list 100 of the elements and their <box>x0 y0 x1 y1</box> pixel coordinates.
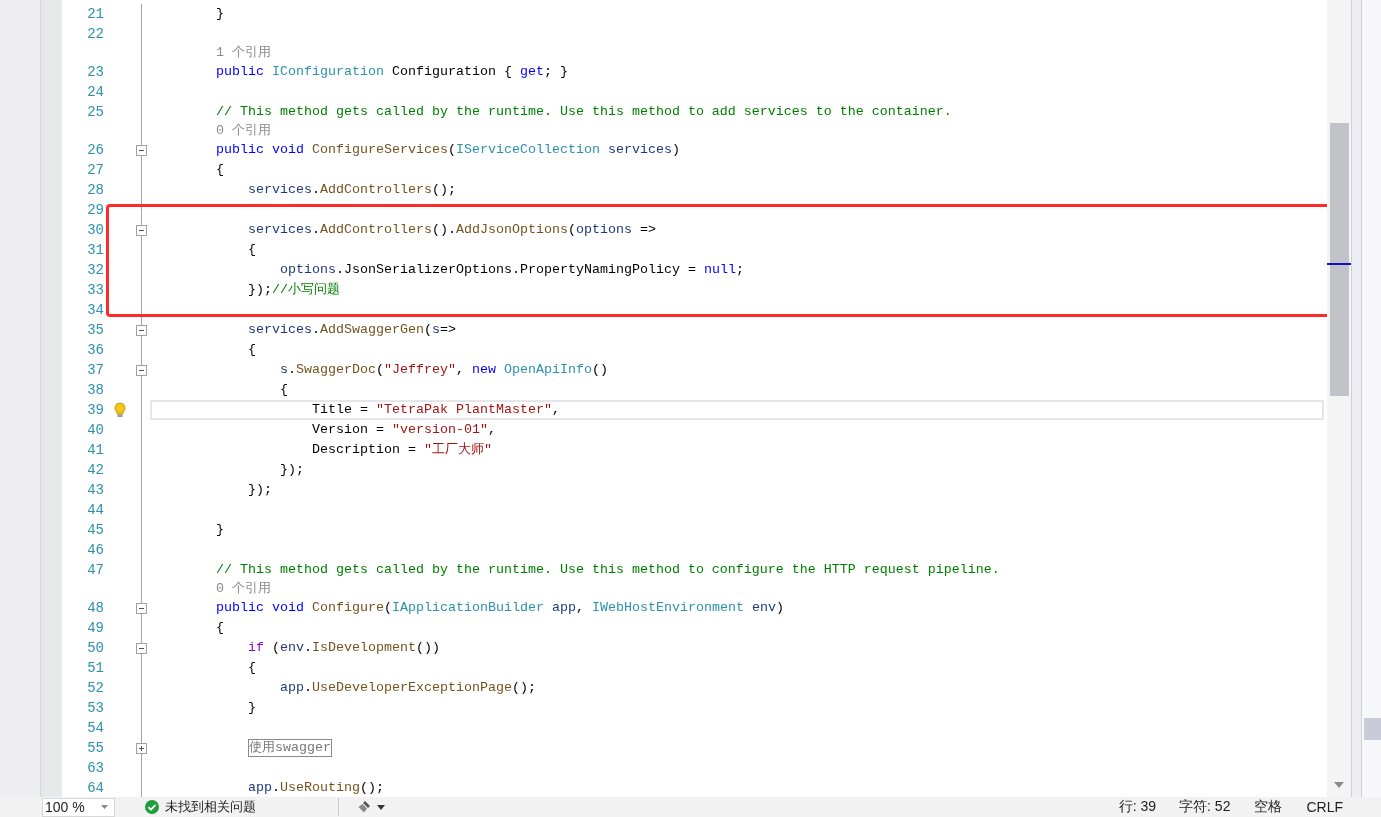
keyword: null <box>703 261 736 279</box>
line-number: 54 <box>87 720 104 736</box>
code-text: . <box>311 181 320 199</box>
code-text: (); <box>511 679 536 697</box>
column-indicator[interactable]: 字符: 52 <box>1179 798 1231 816</box>
method-name: AddSwaggerGen <box>319 321 424 339</box>
zoom-dropdown[interactable]: 100 % <box>42 797 115 817</box>
type-name: IWebHostEnvironment <box>591 599 744 617</box>
code-text: ; <box>735 261 744 279</box>
scrollbar-thumb[interactable] <box>1330 123 1349 396</box>
line-number: 64 <box>87 780 104 796</box>
code-comment: // This method gets called by the runtime. Use this method to add services to the container. <box>215 103 952 121</box>
code-text: Configuration { <box>390 63 513 81</box>
reference-count[interactable]: 1 个引用 <box>152 44 271 62</box>
line-number: 35 <box>87 322 104 338</box>
line-number: 50 <box>87 640 104 656</box>
lightbulb-icon[interactable] <box>113 402 126 418</box>
line-number: 23 <box>87 64 104 80</box>
indentation-indicator[interactable]: 空格 <box>1254 798 1283 816</box>
scrollbar-thumb[interactable] <box>1364 718 1381 740</box>
line-number: 28 <box>87 182 104 198</box>
fold-toggle[interactable] <box>136 743 147 754</box>
identifier: options <box>278 261 336 279</box>
code-text: (); <box>431 181 456 199</box>
code-text: , <box>487 421 496 439</box>
code-text: { <box>246 241 256 259</box>
line-number: 40 <box>87 422 104 438</box>
line-number: 34 <box>87 302 104 318</box>
fold-toggle[interactable] <box>136 643 147 654</box>
code-text: => <box>638 221 656 239</box>
identifier: options <box>575 221 632 239</box>
reference-count[interactable]: 0 个引用 <box>152 580 271 598</box>
keyword: public void <box>215 599 305 617</box>
code-text: ; } <box>543 63 568 81</box>
method-name: AddControllers <box>319 221 432 239</box>
line-number: 32 <box>87 262 104 278</box>
line-ending-indicator[interactable]: CRLF <box>1306 799 1343 815</box>
method-name: UseDeveloperExceptionPage <box>311 679 512 697</box>
code-text: Description = <box>310 441 417 459</box>
method-name: SwaggerDoc <box>296 361 376 379</box>
code-text: } <box>215 521 224 539</box>
code-text: ( <box>375 361 384 379</box>
line-number: 39 <box>87 402 104 418</box>
vertical-scrollbar[interactable] <box>1327 0 1351 797</box>
identifier: app <box>246 779 272 797</box>
fold-toggle[interactable] <box>136 325 147 336</box>
identifier: env <box>280 639 304 657</box>
check-icon[interactable] <box>145 800 159 814</box>
code-text: Title = <box>310 401 369 419</box>
line-number: 63 <box>87 760 104 776</box>
line-number: 45 <box>87 522 104 538</box>
issues-status[interactable]: 未找到相关问题 <box>165 798 256 816</box>
code-text: () <box>591 361 608 379</box>
line-number: 31 <box>87 242 104 258</box>
fold-toggle[interactable] <box>136 365 147 376</box>
code-text: => <box>439 321 456 339</box>
code-comment: // This method gets called by the runtime. Use this method to configure the HTTP request pipeline. <box>215 561 1000 579</box>
code-text: ( <box>567 221 576 239</box>
line-number: 42 <box>87 462 104 478</box>
code-text: . <box>311 321 320 339</box>
line-number: 53 <box>87 700 104 716</box>
code-text: { <box>246 341 256 359</box>
code-text: { <box>215 619 224 637</box>
brush-icon[interactable] <box>357 800 371 814</box>
caret-icon[interactable] <box>377 804 385 810</box>
code-text: . <box>288 361 296 379</box>
code-text: , <box>551 401 560 419</box>
line-number: 33 <box>87 282 104 298</box>
code-text: ()) <box>415 639 440 657</box>
keyword: if <box>246 639 264 657</box>
string-literal: "version-01" <box>391 421 488 439</box>
code-text: ( <box>447 141 456 159</box>
code-text: , <box>575 599 585 617</box>
line-indicator[interactable]: 行: 39 <box>1118 798 1157 816</box>
line-number: 55 <box>87 740 104 756</box>
code-text: , <box>455 361 465 379</box>
code-text: }); <box>246 281 272 299</box>
line-number: 47 <box>87 562 104 578</box>
line-number: 48 <box>87 600 104 616</box>
code-text: }); <box>278 461 304 479</box>
line-number: 49 <box>87 620 104 636</box>
identifier: s <box>278 361 288 379</box>
code-text: Version = <box>310 421 385 439</box>
code-text: ( <box>270 639 280 657</box>
collapsed-region[interactable]: 使用swagger <box>247 739 332 757</box>
line-number: 36 <box>87 342 104 358</box>
line-number: 43 <box>87 482 104 498</box>
code-text: } <box>215 5 224 23</box>
fold-toggle[interactable] <box>136 603 147 614</box>
line-number: 29 <box>87 202 104 218</box>
method-name: AddJsonOptions <box>455 221 568 239</box>
identifier: services <box>246 181 312 199</box>
fold-toggle[interactable] <box>136 145 147 156</box>
line-number: 37 <box>87 362 104 378</box>
code-text: } <box>246 699 256 717</box>
scroll-down-icon[interactable] <box>1334 782 1344 788</box>
type-name: IConfiguration <box>272 63 384 81</box>
code-text: }); <box>246 481 272 499</box>
fold-toggle[interactable] <box>136 225 147 236</box>
reference-count[interactable]: 0 个引用 <box>152 122 271 140</box>
